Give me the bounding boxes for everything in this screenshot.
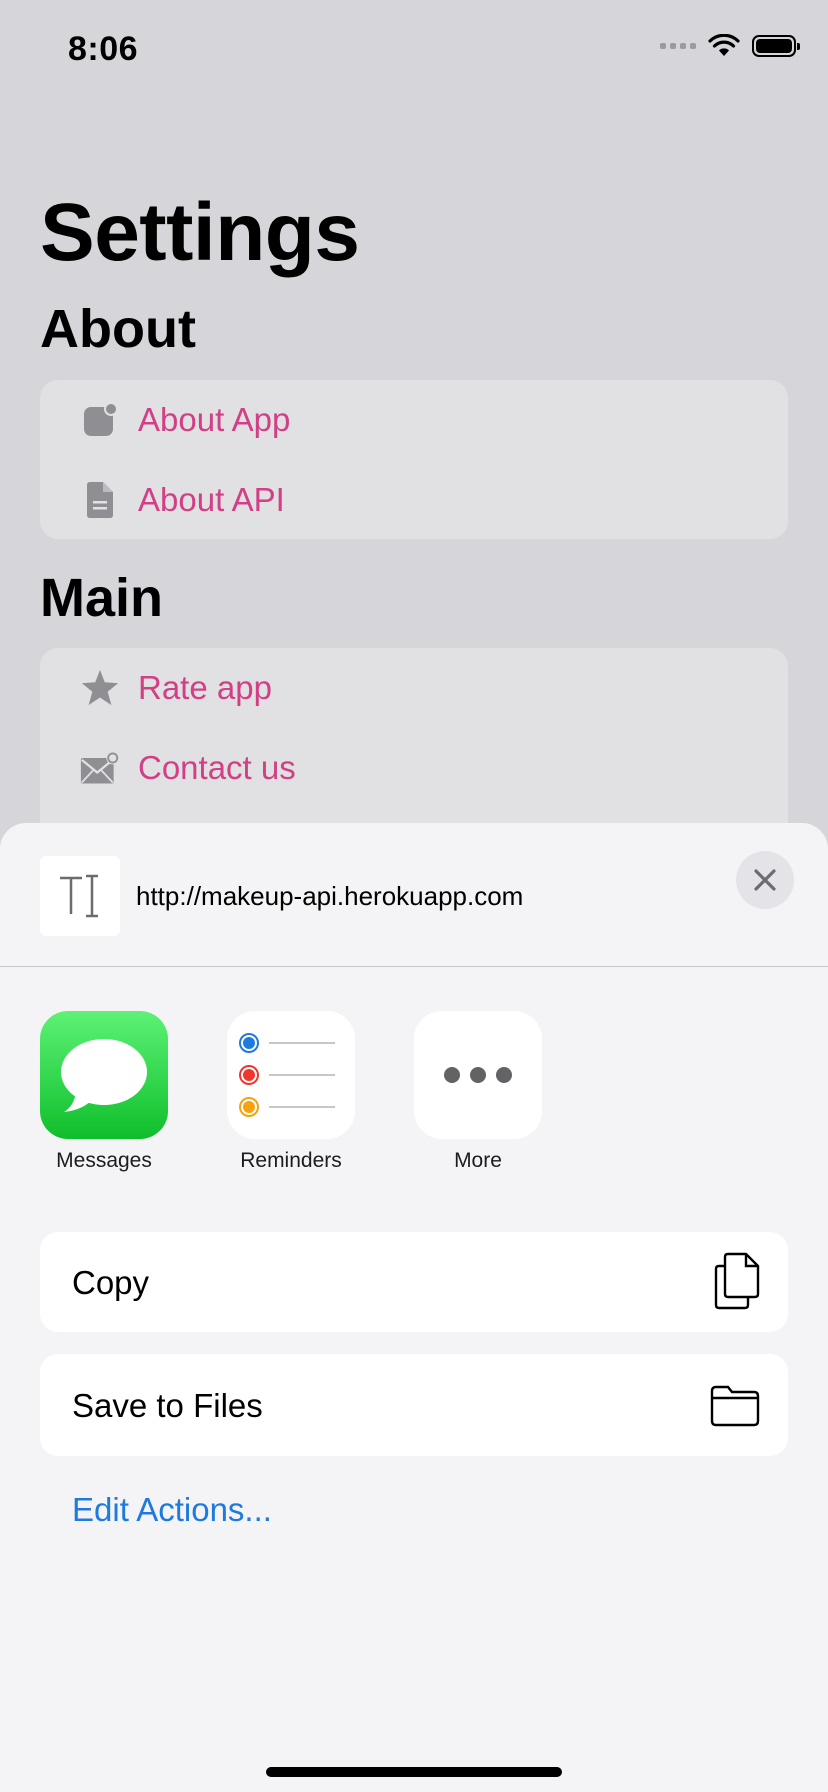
divider [0,966,828,967]
share-app-name: Messages [56,1149,152,1172]
settings-item-rate-app[interactable]: Rate app [80,668,272,708]
share-sheet: http://makeup-api.herokuapp.com Messages [0,823,828,1792]
settings-item-label: Rate app [138,669,272,706]
settings-item-contact-us[interactable]: Contact us [80,748,296,788]
share-app-messages[interactable]: Messages [40,1011,168,1173]
close-icon [754,869,776,891]
share-url: http://makeup-api.herokuapp.com [136,881,524,911]
wifi-icon [708,34,740,56]
settings-item-label: About App [138,401,291,438]
status-icons [660,34,800,58]
cellular-signal-icon [660,43,696,49]
section-title-main: Main [40,568,164,628]
edit-actions-link[interactable]: Edit Actions... [72,1491,272,1529]
more-icon [414,1011,542,1139]
reminders-icon [227,1011,355,1139]
section-title-about: About [40,299,196,359]
share-app-name: Reminders [240,1149,342,1172]
envelope-badge-icon [80,748,120,788]
copy-action[interactable]: Copy [40,1232,788,1332]
star-icon [80,668,120,708]
settings-item-about-api[interactable]: About API [80,480,285,520]
app-badge-icon [80,400,120,440]
text-cursor-icon [60,874,98,918]
status-time: 8:06 [68,30,139,68]
share-app-more[interactable]: More [414,1011,542,1173]
action-label: Copy [72,1264,150,1301]
action-label: Save to Files [72,1387,263,1424]
settings-item-label: About API [138,481,285,518]
share-app-reminders[interactable]: Reminders [227,1011,355,1173]
main-card: Rate app Contact us [40,648,788,848]
about-card: About App About API [40,380,788,539]
messages-icon [40,1011,168,1139]
text-preview-thumbnail [40,856,120,936]
copy-icon [714,1252,760,1315]
share-app-name: More [454,1149,502,1172]
battery-icon [752,35,800,57]
save-to-files-action[interactable]: Save to Files [40,1354,788,1456]
page-title: Settings [40,187,360,278]
document-icon [80,480,120,520]
home-indicator[interactable] [266,1767,562,1777]
settings-item-about-app[interactable]: About App [80,400,290,440]
folder-icon [710,1385,760,1432]
settings-item-label: Contact us [138,749,296,786]
close-button[interactable] [736,851,794,909]
